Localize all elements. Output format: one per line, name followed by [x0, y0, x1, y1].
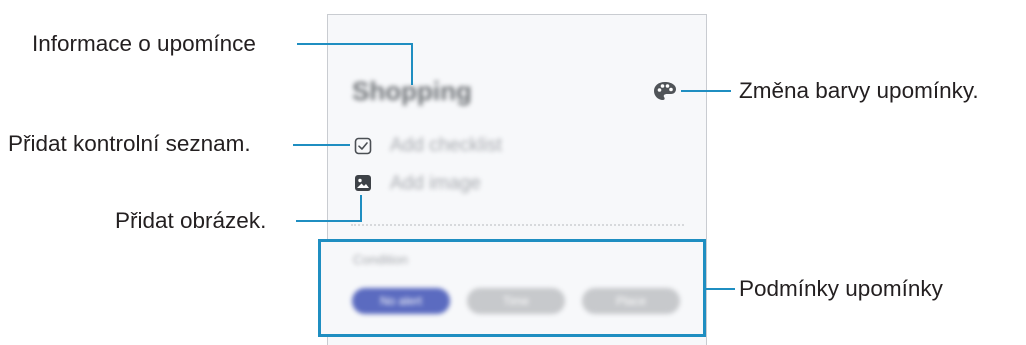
palette-icon[interactable] — [652, 80, 678, 102]
place-button[interactable]: Place — [582, 288, 680, 314]
leader-line-image — [296, 220, 362, 222]
callout-add-checklist: Přidat kontrolní seznam. — [8, 131, 251, 156]
time-button[interactable]: Time — [467, 288, 565, 314]
callout-add-image: Přidat obrázek. — [115, 208, 267, 233]
leader-line-info-vertical — [411, 43, 413, 85]
checklist-icon[interactable] — [354, 137, 372, 155]
divider — [351, 224, 684, 226]
leader-line-conditions — [706, 288, 735, 290]
callout-change-color: Změna barvy upomínky. — [739, 78, 979, 103]
leader-line-checklist — [293, 144, 350, 146]
no-alert-button[interactable]: No alert — [352, 288, 450, 314]
callout-conditions: Podmínky upomínky — [739, 276, 943, 301]
leader-line-info — [297, 43, 413, 45]
leader-line-image-vertical — [360, 195, 362, 222]
image-icon[interactable] — [354, 174, 372, 192]
leader-line-color — [681, 90, 731, 92]
callout-reminder-info: Informace o upomínce — [32, 31, 256, 56]
condition-label: Condition — [353, 252, 408, 267]
add-checklist-label[interactable]: Add checklist — [390, 135, 502, 157]
add-image-label[interactable]: Add image — [390, 173, 481, 195]
